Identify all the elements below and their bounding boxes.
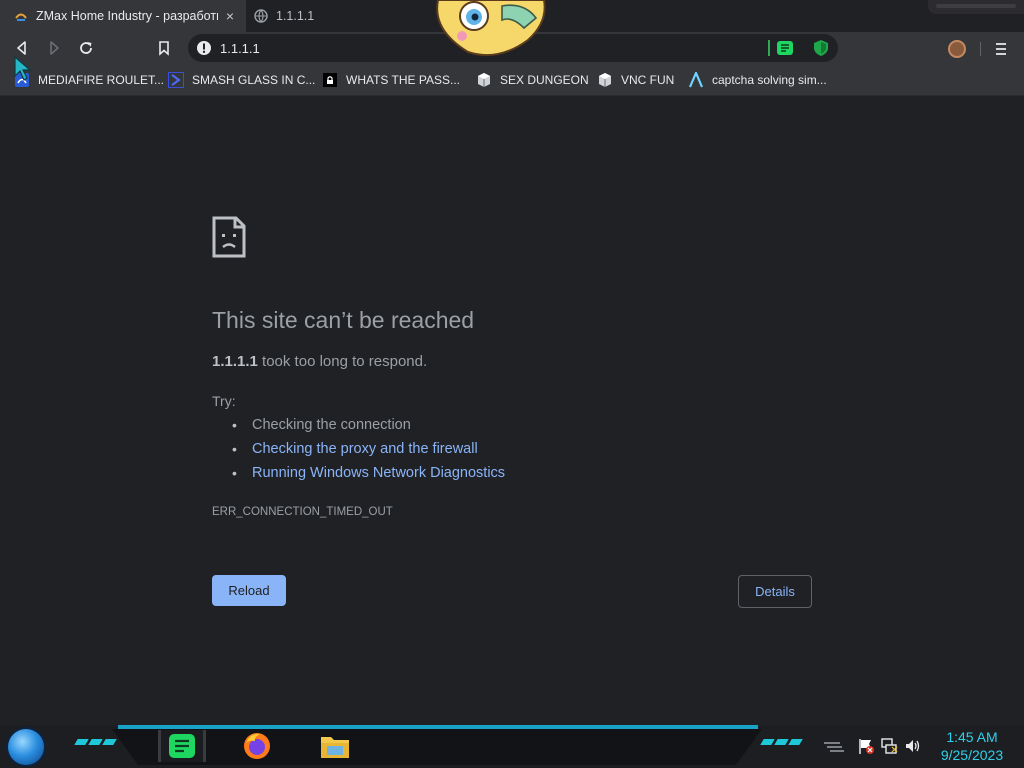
info-icon[interactable] — [196, 40, 212, 56]
tray-lines-icon — [824, 742, 844, 752]
bookmark-vnc-fun[interactable]: VNC FUN — [597, 71, 674, 89]
taskbar-dock — [112, 729, 762, 765]
arrow-logo-icon — [688, 72, 704, 88]
bookmark-smash-glass[interactable]: SMASH GLASS IN C... — [168, 71, 315, 89]
bookmark-label: SMASH GLASS IN C... — [192, 73, 316, 87]
tab-zmax[interactable]: ZMax Home Industry - разработк × — [0, 0, 246, 32]
error-code: ERR_CONNECTION_TIMED_OUT — [212, 506, 393, 518]
error-host: 1.1.1.1 — [212, 353, 258, 370]
taskbar-decoration-right — [760, 739, 803, 747]
back-arrow-icon — [17, 41, 26, 55]
taskbar-spotify[interactable] — [158, 730, 206, 762]
bookmark-label: captcha solving sim... — [712, 73, 827, 87]
mouse-cursor-icon — [14, 56, 32, 81]
action-center-flag-icon[interactable] — [857, 737, 875, 755]
bookmark-icon — [159, 41, 169, 56]
error-summary: 1.1.1.1 took too long to respond. — [212, 353, 427, 370]
close-tab-icon[interactable]: × — [222, 8, 238, 24]
clock-time: 1:45 AM — [946, 729, 998, 745]
forward-arrow-icon — [50, 41, 59, 55]
spotify-icon — [169, 734, 195, 758]
forward-button[interactable] — [42, 36, 66, 60]
url-text[interactable]: 1.1.1.1 — [220, 41, 260, 56]
lock-icon — [323, 73, 337, 87]
tab-1-1-1-1[interactable]: 1.1.1.1 — [248, 0, 428, 32]
suggestion-network-diagnostics-link[interactable]: Running Windows Network Diagnostics — [232, 463, 505, 487]
error-page: This site can’t be reached 1.1.1.1 took … — [0, 97, 1024, 725]
system-clock[interactable]: 1:45 AM 9/25/2023 — [932, 728, 1012, 764]
bookmark-sex-dungeon[interactable]: SEX DUNGEON — [476, 71, 589, 89]
bookmark-label: MEDIAFIRE ROULET... — [38, 73, 165, 87]
file-explorer-icon — [321, 737, 349, 758]
bookmark-button[interactable] — [152, 36, 176, 60]
taskbar-firefox[interactable] — [240, 730, 274, 762]
cube-icon — [478, 73, 490, 87]
screen: ZMax Home Industry - разработк × 1.1.1.1 — [0, 0, 1024, 768]
reload-icon — [80, 42, 92, 54]
taskbar: 1:45 AM 9/25/2023 — [0, 725, 1024, 768]
taskbar-decoration-left — [74, 739, 117, 747]
bookmark-whats-the-pass[interactable]: WHATS THE PASS... — [322, 71, 460, 89]
bookmarks-bar: MEDIAFIRE ROULET... SMASH GLASS IN C... … — [0, 64, 1024, 96]
clock-date: 9/25/2023 — [940, 747, 1004, 763]
suggestion-check-proxy-firewall-link[interactable]: Checking the proxy and the firewall — [232, 439, 505, 463]
tab-title: ZMax Home Industry - разработк — [36, 9, 218, 23]
details-button[interactable]: Details — [738, 575, 812, 608]
suggestions-list: Checking the connection Checking the pro… — [232, 415, 505, 487]
profile-avatar[interactable] — [948, 40, 966, 58]
notes-extension-icon[interactable] — [776, 39, 794, 57]
sad-page-icon — [212, 216, 246, 258]
shield-extension-icon[interactable] — [812, 39, 830, 57]
globe-icon — [254, 9, 268, 23]
taskbar-accent-line — [118, 725, 758, 729]
bookmark-label: WHATS THE PASS... — [346, 73, 461, 87]
zmax-favicon-icon — [15, 13, 27, 21]
network-icon[interactable] — [880, 737, 898, 755]
window-controls[interactable] — [928, 0, 1024, 14]
error-summary-text: took too long to respond. — [257, 353, 428, 370]
reload-page-button[interactable]: Reload — [212, 575, 286, 606]
try-label: Try: — [212, 393, 236, 409]
divider — [768, 40, 770, 56]
bookmark-label: VNC FUN — [621, 73, 675, 87]
toolbar-divider — [980, 42, 981, 56]
volume-icon[interactable] — [904, 737, 922, 755]
tab-title: 1.1.1.1 — [276, 9, 315, 23]
chevron-icon — [168, 72, 184, 88]
suggestion-check-connection: Checking the connection — [232, 415, 505, 439]
firefox-icon — [244, 733, 270, 759]
reload-button[interactable] — [74, 36, 98, 60]
kebab-menu-icon[interactable] — [992, 40, 1010, 58]
taskbar-file-explorer[interactable] — [318, 730, 352, 762]
bookmark-mediafire[interactable]: MEDIAFIRE ROULET... — [14, 71, 164, 89]
start-button[interactable] — [8, 729, 44, 765]
bookmark-label: SEX DUNGEON — [500, 73, 589, 87]
bookmark-captcha-solving[interactable]: captcha solving sim... — [688, 71, 827, 89]
anime-character-sticker — [436, 0, 546, 57]
cube-icon — [599, 73, 611, 87]
error-title: This site can’t be reached — [212, 307, 475, 333]
